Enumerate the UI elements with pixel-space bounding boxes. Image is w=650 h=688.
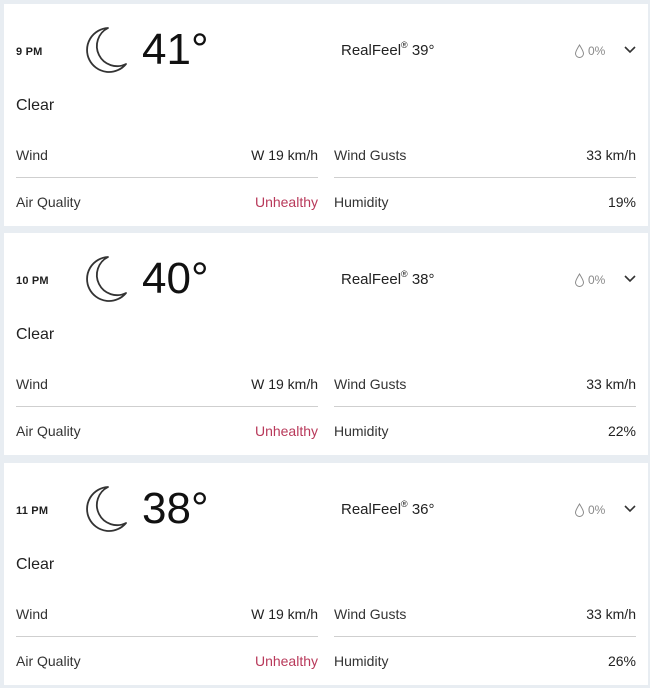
wind-row: Wind W 19 km/h	[16, 147, 318, 163]
raindrop-icon	[574, 273, 585, 287]
realfeel: RealFeel® 36°	[341, 499, 435, 518]
moon-icon	[86, 27, 127, 73]
temperature: 40°	[142, 254, 209, 303]
raindrop-icon	[574, 44, 585, 58]
humidity-row: Humidity 22%	[334, 423, 636, 439]
condition-phrase: Clear	[16, 97, 55, 114]
humidity-row: Humidity 26%	[334, 653, 636, 669]
precipitation: 0%	[574, 44, 605, 58]
temperature: 41°	[142, 25, 209, 74]
wind-row: Wind W 19 km/h	[16, 606, 318, 622]
divider	[16, 177, 318, 178]
divider	[334, 636, 636, 637]
condition-phrase: Clear	[16, 326, 55, 343]
wind-gusts-row: Wind Gusts 33 km/h	[334, 376, 636, 392]
precipitation: 0%	[574, 503, 605, 517]
wind-gusts-row: Wind Gusts 33 km/h	[334, 147, 636, 163]
divider	[334, 177, 636, 178]
chevron-down-icon[interactable]	[624, 505, 636, 513]
raindrop-icon	[574, 503, 585, 517]
air-quality-row: Air Quality Unhealthy	[16, 194, 318, 210]
hour-time: 10 PM	[16, 275, 49, 287]
chevron-down-icon[interactable]	[624, 46, 636, 54]
air-quality-row: Air Quality Unhealthy	[16, 423, 318, 439]
moon-icon	[86, 256, 127, 302]
divider	[334, 406, 636, 407]
wind-gusts-row: Wind Gusts 33 km/h	[334, 606, 636, 622]
realfeel: RealFeel® 38°	[341, 269, 435, 288]
precipitation: 0%	[574, 273, 605, 287]
hourly-card[interactable]: 9 PM 41° RealFeel® 39° 0% Clear Wind W 1…	[4, 4, 648, 226]
hourly-forecast-list: 9 PM 41° RealFeel® 39° 0% Clear Wind W 1…	[0, 0, 650, 688]
hour-time: 9 PM	[16, 46, 43, 58]
divider	[16, 636, 318, 637]
hour-time: 11 PM	[16, 505, 49, 517]
realfeel: RealFeel® 39°	[341, 40, 435, 59]
wind-row: Wind W 19 km/h	[16, 376, 318, 392]
air-quality-row: Air Quality Unhealthy	[16, 653, 318, 669]
divider	[16, 406, 318, 407]
hourly-card[interactable]: 11 PM 38° RealFeel® 36° 0% Clear Wind W …	[4, 463, 648, 685]
humidity-row: Humidity 19%	[334, 194, 636, 210]
condition-phrase: Clear	[16, 556, 55, 573]
chevron-down-icon[interactable]	[624, 275, 636, 283]
temperature: 38°	[142, 484, 209, 533]
moon-icon	[86, 486, 127, 532]
hourly-card[interactable]: 10 PM 40° RealFeel® 38° 0% Clear Wind W …	[4, 233, 648, 455]
